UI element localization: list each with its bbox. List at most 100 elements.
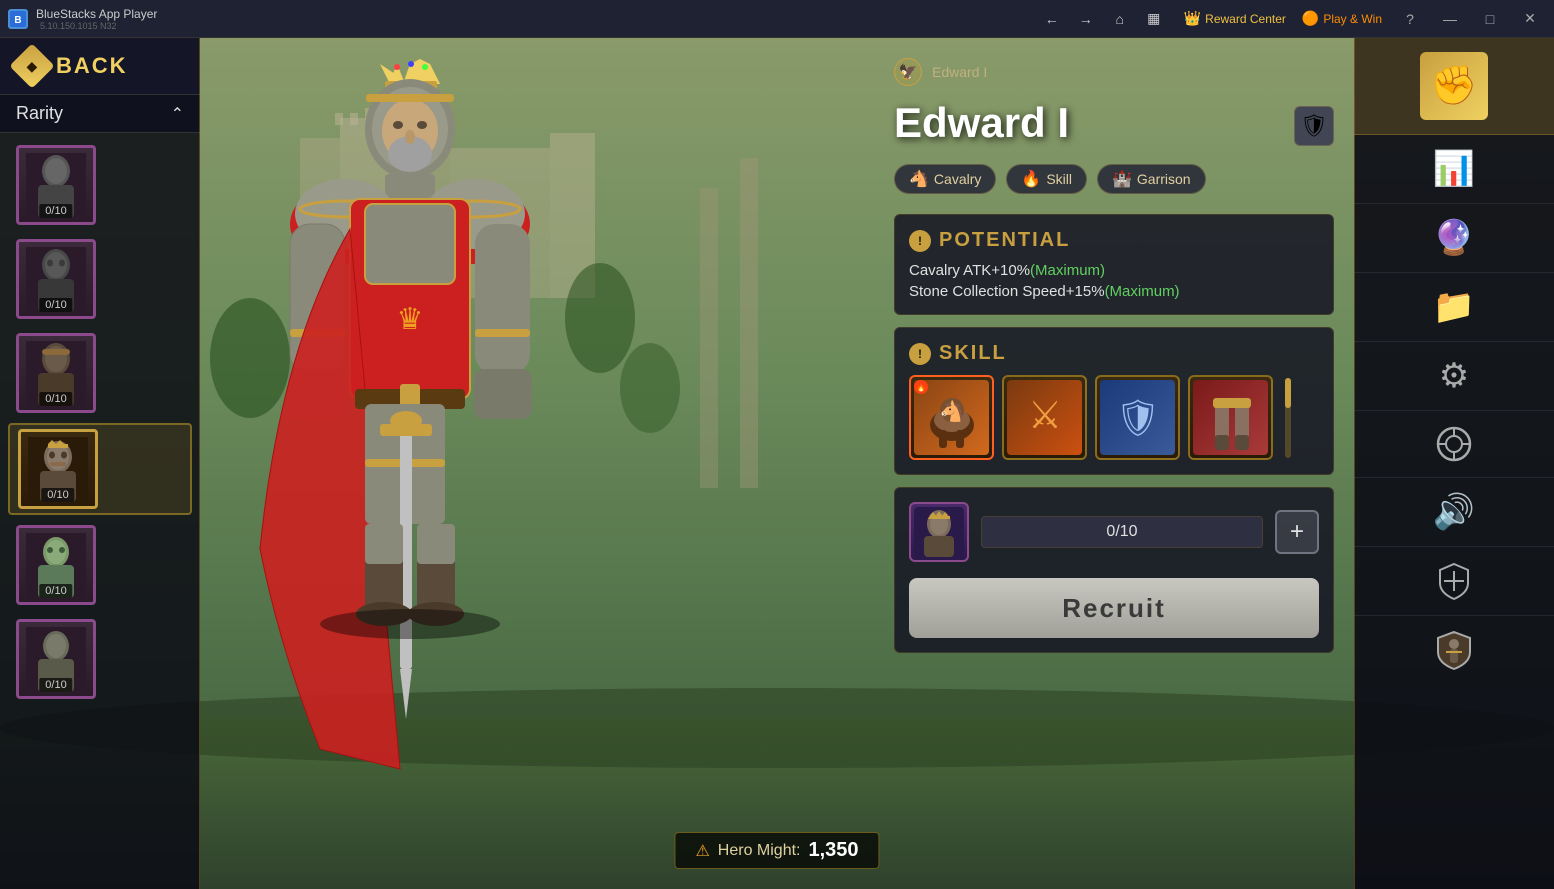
potential-title: POTENTIAL (939, 229, 1070, 252)
crosshair-icon (1435, 425, 1473, 463)
sidebar-item-crossbow[interactable] (1354, 547, 1554, 616)
hero-item-6[interactable]: 0/10 (8, 615, 192, 703)
screenshot-nav-btn[interactable]: ▦ (1140, 5, 1168, 33)
cavalry-icon: 🐴 (909, 169, 929, 189)
hero-portrait-1: 0/10 (16, 145, 96, 225)
potential-header: ! POTENTIAL (909, 229, 1319, 252)
skill-slot-1[interactable]: 🔥 🐴 (909, 375, 994, 460)
maximize-btn[interactable]: □ (1478, 7, 1502, 31)
recruit-label: Recruit (1062, 593, 1166, 623)
skill-slot-4[interactable] (1188, 375, 1273, 460)
fire-dot: 🔥 (914, 380, 928, 394)
skill-section-title: SKILL (939, 342, 1007, 365)
shield-icon: 🛡 (1294, 106, 1334, 146)
sidebar-item-stats[interactable]: 📊 (1354, 135, 1554, 204)
skill-slot-3[interactable]: 🛡 (1095, 375, 1180, 460)
app-version: 5.10.150.1015 N32 (40, 21, 157, 31)
reward-icon: 👑 (1184, 10, 1201, 27)
might-value: 1,350 (808, 839, 858, 862)
minimize-btn[interactable]: — (1438, 7, 1462, 31)
right-separator (1354, 38, 1355, 889)
add-fragments-btn[interactable]: + (1275, 510, 1319, 554)
hero-portrait-6: 0/10 (16, 619, 96, 699)
hero-portrait-4: 0/10 (18, 429, 98, 509)
app-name: BlueStacks App Player (36, 7, 157, 21)
back-diamond-icon: ◆ (9, 43, 54, 88)
shield-archer-icon (1434, 630, 1474, 670)
recruit-progress-row: 0/10 + (909, 502, 1319, 562)
hero-portrait-border-5: 0/10 (16, 525, 96, 605)
rarity-filter[interactable]: Rarity ⌃ (0, 95, 200, 133)
hero-item-2[interactable]: 0/10 (8, 235, 192, 323)
hero-portrait-border-4: 0/10 (18, 429, 98, 509)
progress-text: 0/10 (1106, 523, 1137, 541)
hero-might-bar: ⚠ Hero Might: 1,350 (674, 832, 879, 869)
sidebar-item-combat[interactable]: ✊ (1354, 38, 1554, 135)
folder-icon: 📁 (1433, 287, 1475, 327)
progress-bar: 0/10 (981, 516, 1263, 548)
volume-icon: 🔊 (1433, 492, 1475, 532)
svg-text:🐴: 🐴 (940, 399, 965, 423)
right-info-panel: 🦅 Edward I Edward I 🛡 🐴 Cavalry 🔥 Skill … (874, 38, 1354, 889)
forward-nav-btn[interactable]: → (1072, 5, 1100, 33)
skill-badge: ! (909, 343, 931, 365)
tag-skill: 🔥 Skill (1006, 164, 1087, 194)
play-win-btn[interactable]: 🟠 Play & Win (1302, 10, 1382, 27)
hero-avatar (909, 502, 969, 562)
combat-icon-bg: ✊ (1420, 52, 1488, 120)
hero-name-large: Edward I (894, 102, 1069, 144)
recruit-section: 0/10 + Recruit (894, 487, 1334, 653)
help-btn[interactable]: ? (1398, 7, 1422, 31)
back-label: BACK (56, 53, 128, 79)
skill-slot-2[interactable]: ⚔ (1002, 375, 1087, 460)
garrison-label: Garrison (1137, 171, 1191, 187)
scroll-thumb (1285, 378, 1291, 408)
potential-line-1: Cavalry ATK+10%(Maximum) (909, 262, 1319, 279)
back-button[interactable]: ◆ BACK (0, 38, 200, 95)
hero-portrait-3: 0/10 (16, 333, 96, 413)
hero-portrait-2: 0/10 (16, 239, 96, 319)
sidebar-item-crosshair[interactable] (1354, 411, 1554, 478)
sidebar-item-shield[interactable] (1354, 616, 1554, 684)
hero-portrait-border-6: 0/10 (16, 619, 96, 699)
back-arrow-icon: ◆ (27, 58, 38, 75)
svg-text:B: B (14, 15, 21, 26)
hero-subtitle: Edward I (932, 64, 987, 80)
sidebar-item-magic[interactable]: 🔮 (1354, 204, 1554, 273)
left-separator (199, 38, 200, 889)
hero-count-4: 0/10 (41, 488, 74, 502)
app-icon: B (8, 9, 28, 29)
magic-icon: 🔮 (1433, 218, 1475, 258)
stats-icon: 📊 (1433, 149, 1475, 189)
hero-portrait-border-3: 0/10 (16, 333, 96, 413)
hero-item-4[interactable]: 0/10 (8, 423, 192, 515)
far-right-sidebar: ✊ 📊 🔮 📁 ⚙ 🔊 (1354, 38, 1554, 889)
recruit-button[interactable]: Recruit (909, 578, 1319, 638)
skill-scroll[interactable] (1285, 378, 1291, 458)
sidebar-item-volume[interactable]: 🔊 (1354, 478, 1554, 547)
back-nav-btn[interactable]: ← (1038, 5, 1066, 33)
reward-center-btn[interactable]: 👑 Reward Center (1184, 10, 1286, 27)
hero-item-3[interactable]: 0/10 (8, 329, 192, 417)
reward-label: Reward Center (1205, 12, 1286, 26)
skills-row: 🔥 🐴 (909, 375, 1319, 460)
title-bar-title: BlueStacks App Player 5.10.150.1015 N32 (36, 7, 157, 31)
hero-portrait-border-2: 0/10 (16, 239, 96, 319)
settings-icon: ⚙ (1439, 356, 1469, 396)
close-btn[interactable]: ✕ (1518, 7, 1542, 31)
hero-count-2: 0/10 (39, 298, 72, 312)
skill-section: ! SKILL 🔥 (894, 327, 1334, 475)
hero-header: 🦅 Edward I (894, 58, 1334, 86)
hero-icon-small: 🦅 (894, 58, 922, 86)
hero-portrait-border-1: 0/10 (16, 145, 96, 225)
skill-icon: 🔥 (1021, 169, 1041, 189)
home-nav-btn[interactable]: ⌂ (1106, 5, 1134, 33)
sidebar-item-folder[interactable]: 📁 (1354, 273, 1554, 342)
play-win-label: Play & Win (1323, 12, 1382, 26)
hero-item-5[interactable]: 0/10 (8, 521, 192, 609)
potential-section: ! POTENTIAL Cavalry ATK+10%(Maximum) Sto… (894, 214, 1334, 315)
game-area: ♛ ♛ (0, 38, 1554, 889)
tag-cavalry: 🐴 Cavalry (894, 164, 996, 194)
hero-item-1[interactable]: 0/10 (8, 141, 192, 229)
sidebar-item-settings[interactable]: ⚙ (1354, 342, 1554, 411)
